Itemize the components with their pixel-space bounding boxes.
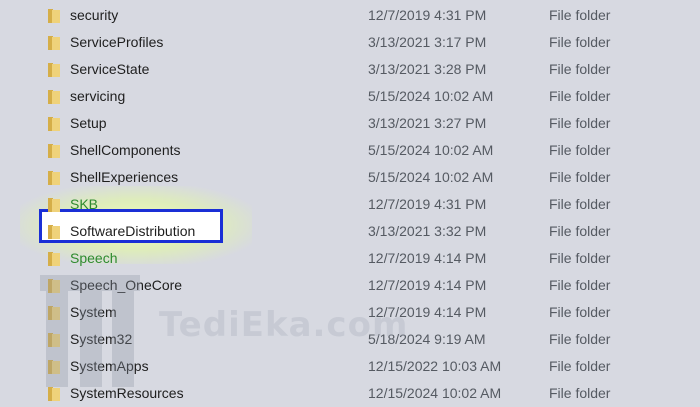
file-name: SKB xyxy=(70,196,99,212)
file-type: File folder xyxy=(549,88,611,104)
file-list: security 12/7/2019 4:31 PM File folder S… xyxy=(0,0,700,401)
date-modified: 12/15/2024 10:02 AM xyxy=(368,385,502,401)
file-name: ShellComponents xyxy=(70,142,181,158)
file-type: File folder xyxy=(549,142,611,158)
file-type: File folder xyxy=(549,169,611,185)
file-name: ServiceState xyxy=(70,61,150,77)
file-row-skb[interactable]: SKB 12/7/2019 4:31 PM File folder xyxy=(0,191,700,218)
file-name: ServiceProfiles xyxy=(70,34,164,50)
date-modified: 12/7/2019 4:31 PM xyxy=(368,196,487,212)
folder-icon xyxy=(47,143,61,159)
file-row-softwaredistribution[interactable]: SoftwareDistribution 3/13/2021 3:32 PM F… xyxy=(0,218,700,245)
folder-icon xyxy=(47,116,61,132)
file-type: File folder xyxy=(549,277,611,293)
folder-icon xyxy=(47,278,61,294)
date-modified: 5/15/2024 10:02 AM xyxy=(368,169,494,185)
folder-icon xyxy=(47,251,61,267)
file-type: File folder xyxy=(549,196,611,212)
file-name: System xyxy=(70,304,117,320)
file-name: SystemResources xyxy=(70,385,184,401)
file-row-speech-onecore[interactable]: Speech_OneCore 12/7/2019 4:14 PM File fo… xyxy=(0,272,700,299)
date-modified: 12/7/2019 4:14 PM xyxy=(368,250,487,266)
file-row-servicestate[interactable]: ServiceState 3/13/2021 3:28 PM File fold… xyxy=(0,56,700,83)
folder-icon xyxy=(47,35,61,51)
file-type: File folder xyxy=(549,385,611,401)
date-modified: 12/7/2019 4:14 PM xyxy=(368,277,487,293)
file-row-systemresources[interactable]: SystemResources 12/15/2024 10:02 AM File… xyxy=(0,380,700,407)
file-row-security[interactable]: security 12/7/2019 4:31 PM File folder xyxy=(0,2,700,29)
file-name: security xyxy=(70,7,119,23)
file-name: SoftwareDistribution xyxy=(70,223,196,239)
folder-icon xyxy=(47,224,61,240)
file-row-system32[interactable]: System32 5/18/2024 9:19 AM File folder xyxy=(0,326,700,353)
date-modified: 5/15/2024 10:02 AM xyxy=(368,142,494,158)
folder-icon xyxy=(47,89,61,105)
folder-icon xyxy=(47,170,61,186)
date-modified: 3/13/2021 3:28 PM xyxy=(368,61,487,77)
date-modified: 5/15/2024 10:02 AM xyxy=(368,88,494,104)
file-row-systemapps[interactable]: SystemApps 12/15/2022 10:03 AM File fold… xyxy=(0,353,700,380)
file-name: Speech xyxy=(70,250,118,266)
file-name: SystemApps xyxy=(70,358,149,374)
file-type: File folder xyxy=(549,61,611,77)
file-type: File folder xyxy=(549,250,611,266)
folder-icon xyxy=(47,62,61,78)
file-type: File folder xyxy=(549,7,611,23)
date-modified: 3/13/2021 3:27 PM xyxy=(368,115,487,131)
file-row-serviceprofiles[interactable]: ServiceProfiles 3/13/2021 3:17 PM File f… xyxy=(0,29,700,56)
date-modified: 12/7/2019 4:14 PM xyxy=(368,304,487,320)
file-name: Setup xyxy=(70,115,107,131)
date-modified: 5/18/2024 9:19 AM xyxy=(368,331,486,347)
date-modified: 3/13/2021 3:32 PM xyxy=(368,223,487,239)
date-modified: 12/15/2022 10:03 AM xyxy=(368,358,502,374)
file-row-servicing[interactable]: servicing 5/15/2024 10:02 AM File folder xyxy=(0,83,700,110)
file-row-setup[interactable]: Setup 3/13/2021 3:27 PM File folder xyxy=(0,110,700,137)
file-row-system[interactable]: System 12/7/2019 4:14 PM File folder xyxy=(0,299,700,326)
folder-icon xyxy=(47,8,61,24)
folder-icon xyxy=(47,359,61,375)
date-modified: 12/7/2019 4:31 PM xyxy=(368,7,487,23)
file-row-speech[interactable]: Speech 12/7/2019 4:14 PM File folder xyxy=(0,245,700,272)
file-type: File folder xyxy=(549,115,611,131)
file-name: System32 xyxy=(70,331,133,347)
file-type: File folder xyxy=(549,304,611,320)
file-type: File folder xyxy=(549,331,611,347)
file-explorer-screen: { "file_list": { "rows": [ {"name": "sec… xyxy=(0,0,700,401)
date-modified: 3/13/2021 3:17 PM xyxy=(368,34,487,50)
folder-icon xyxy=(47,332,61,348)
file-type: File folder xyxy=(549,34,611,50)
file-type: File folder xyxy=(549,223,611,239)
file-row-shellcomponents[interactable]: ShellComponents 5/15/2024 10:02 AM File … xyxy=(0,137,700,164)
file-name: servicing xyxy=(70,88,126,104)
file-type: File folder xyxy=(549,358,611,374)
file-name: ShellExperiences xyxy=(70,169,179,185)
folder-icon xyxy=(47,305,61,321)
file-name: Speech_OneCore xyxy=(70,277,183,293)
file-row-shellexperiences[interactable]: ShellExperiences 5/15/2024 10:02 AM File… xyxy=(0,164,700,191)
folder-icon xyxy=(47,197,61,213)
